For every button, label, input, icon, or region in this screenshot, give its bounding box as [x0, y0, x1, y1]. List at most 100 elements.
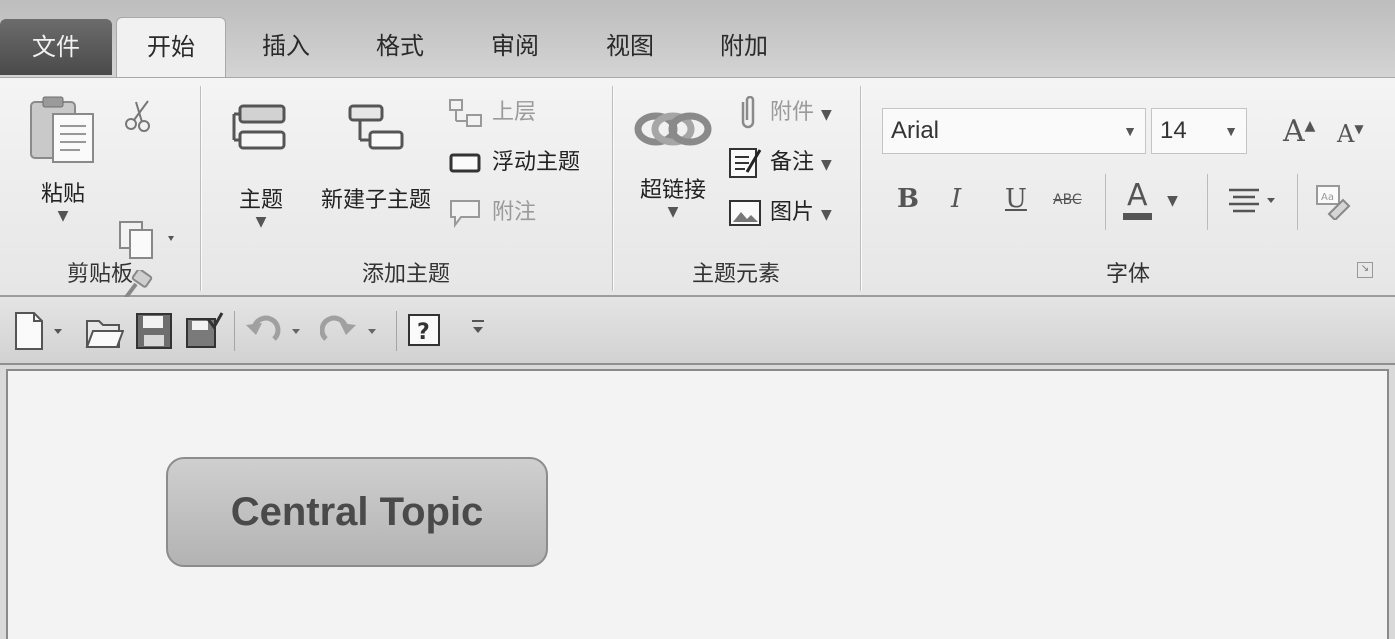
paste-button[interactable]: 粘贴 ▼: [18, 96, 108, 224]
attachment-dropdown-icon[interactable]: ▼: [821, 107, 832, 123]
add-topic-group-label: 添加主题: [361, 262, 450, 287]
callout-label: 附注: [492, 200, 537, 225]
copy-icon: [119, 221, 174, 259]
new-subtopic-button[interactable]: 新建子主题: [311, 102, 441, 214]
customize-qat-button[interactable]: [470, 317, 486, 345]
align-center-icon: [1229, 188, 1275, 213]
notes-label: 备注: [770, 150, 815, 175]
tab-format[interactable]: 格式: [370, 17, 430, 75]
grow-font-glyph: A: [1283, 114, 1305, 149]
central-topic-node[interactable]: Central Topic: [166, 457, 548, 567]
font-size-select[interactable]: 14 ▼: [1151, 108, 1247, 154]
image-dropdown-icon[interactable]: ▼: [821, 207, 832, 223]
save-all-icon: [186, 312, 224, 348]
topic-elements-group-label: 主题元素: [691, 262, 780, 287]
save-button[interactable]: [134, 311, 174, 355]
parent-topic-icon: [449, 99, 482, 127]
attachment-label: 附件: [770, 100, 815, 125]
format-divider: [1105, 174, 1106, 230]
image-button[interactable]: 图片 ▼: [727, 194, 832, 232]
format-divider: [1207, 174, 1208, 230]
save-all-button[interactable]: [184, 311, 224, 355]
cut-button[interactable]: [122, 98, 156, 136]
font-color-dropdown-icon[interactable]: ▼: [1167, 193, 1178, 209]
floating-topic-label: 浮动主题: [492, 150, 581, 175]
clipboard-group: 粘贴 ▼ 剪贴板: [0, 78, 200, 302]
notes-icon: [729, 148, 762, 178]
font-family-dropdown-icon[interactable]: ▼: [1123, 109, 1137, 153]
bold-button[interactable]: B: [897, 184, 919, 214]
chain-link-icon: [634, 112, 712, 146]
qat-divider: [234, 311, 235, 351]
topic-elements-group: 超链接 ▼ 附件 ▼ 备注 ▼ 图片 ▼ 主题元素: [613, 78, 859, 296]
shrink-font-glyph: A: [1337, 120, 1355, 148]
tab-file[interactable]: 文件: [0, 19, 112, 75]
font-color-glyph: A: [1123, 178, 1152, 220]
callout-button[interactable]: 附注: [447, 194, 536, 232]
shrink-font-button[interactable]: A▼: [1337, 120, 1364, 148]
format-divider: [1297, 174, 1298, 230]
hyperlink-button[interactable]: 超链接 ▼: [623, 104, 723, 220]
qat-divider: [396, 311, 397, 351]
hyperlink-label: 超链接: [639, 178, 706, 203]
clear-format-icon: Aa: [1316, 185, 1351, 222]
paste-dropdown-icon[interactable]: ▼: [18, 208, 108, 224]
grow-font-button[interactable]: A▲: [1283, 114, 1315, 149]
image-label: 图片: [770, 200, 815, 225]
undo-icon: [246, 315, 300, 341]
font-size-dropdown-icon[interactable]: ▼: [1224, 109, 1238, 153]
floppy-disk-icon: [136, 313, 172, 349]
align-button[interactable]: [1227, 186, 1279, 220]
font-family-select[interactable]: Arial ▼: [882, 108, 1146, 154]
font-group: Arial ▼ 14 ▼ A▲ A▼ B I U ABC A ▼ Aa 字体 ↘: [861, 78, 1395, 296]
tab-addins[interactable]: 附加: [714, 17, 774, 75]
tab-review[interactable]: 审阅: [485, 17, 545, 75]
font-family-value: Arial: [891, 117, 940, 144]
tab-home[interactable]: 开始: [116, 17, 226, 78]
font-dialog-launcher-icon[interactable]: ↘: [1357, 262, 1373, 278]
font-size-value: 14: [1160, 117, 1187, 144]
strikethrough-button[interactable]: ABC: [1053, 192, 1082, 208]
italic-button[interactable]: I: [951, 184, 961, 214]
svg-text:Aa: Aa: [1321, 192, 1334, 203]
tab-view[interactable]: 视图: [600, 17, 660, 75]
redo-button[interactable]: [319, 311, 384, 355]
scissors-icon: [125, 100, 150, 132]
floating-topic-button[interactable]: 浮动主题: [447, 144, 580, 182]
help-button[interactable]: ?: [406, 311, 442, 355]
paste-icon: [30, 96, 94, 163]
quick-access-toolbar: ?: [0, 297, 1395, 365]
mindmap-canvas[interactable]: Central Topic: [6, 369, 1389, 639]
font-color-button[interactable]: A ▼: [1123, 178, 1178, 220]
clear-format-button[interactable]: Aa: [1313, 184, 1353, 224]
new-subtopic-label: 新建子主题: [320, 188, 431, 213]
svg-text:?: ?: [417, 320, 430, 345]
paste-label: 粘贴: [40, 182, 85, 207]
new-file-button[interactable]: [12, 311, 70, 355]
topic-label: 主题: [238, 188, 283, 213]
open-button[interactable]: [84, 311, 125, 355]
subtopic-icon: [348, 104, 404, 150]
topic-icon: [232, 104, 286, 150]
notes-button[interactable]: 备注 ▼: [727, 144, 832, 182]
ribbon-home: 粘贴 ▼ 剪贴板 主题 ▼ 新建子主题 上层 浮动主题 附注 添加主题 超链接 …: [0, 77, 1395, 302]
hyperlink-dropdown-icon[interactable]: ▼: [623, 204, 723, 220]
attachment-button[interactable]: 附件 ▼: [733, 94, 832, 132]
customize-dropdown-icon: [472, 320, 484, 333]
tab-insert[interactable]: 插入: [256, 17, 316, 75]
undo-button[interactable]: [244, 311, 308, 355]
font-group-label: 字体: [1105, 262, 1150, 287]
callout-icon: [450, 200, 480, 228]
floating-topic-icon: [449, 153, 481, 173]
underline-button[interactable]: U: [1005, 184, 1027, 214]
notes-dropdown-icon[interactable]: ▼: [821, 157, 832, 173]
help-icon: ?: [408, 314, 440, 346]
paperclip-icon: [741, 95, 755, 129]
topic-dropdown-icon[interactable]: ▼: [221, 214, 301, 230]
parent-topic-label: 上层: [492, 100, 537, 125]
ribbon-tab-strip: 文件 开始 插入 格式 审阅 视图 附加: [0, 0, 1395, 78]
clipboard-group-label: 剪贴板: [66, 262, 133, 287]
topic-button[interactable]: 主题 ▼: [221, 102, 301, 230]
redo-icon: [319, 315, 376, 341]
parent-topic-button[interactable]: 上层: [447, 94, 536, 132]
